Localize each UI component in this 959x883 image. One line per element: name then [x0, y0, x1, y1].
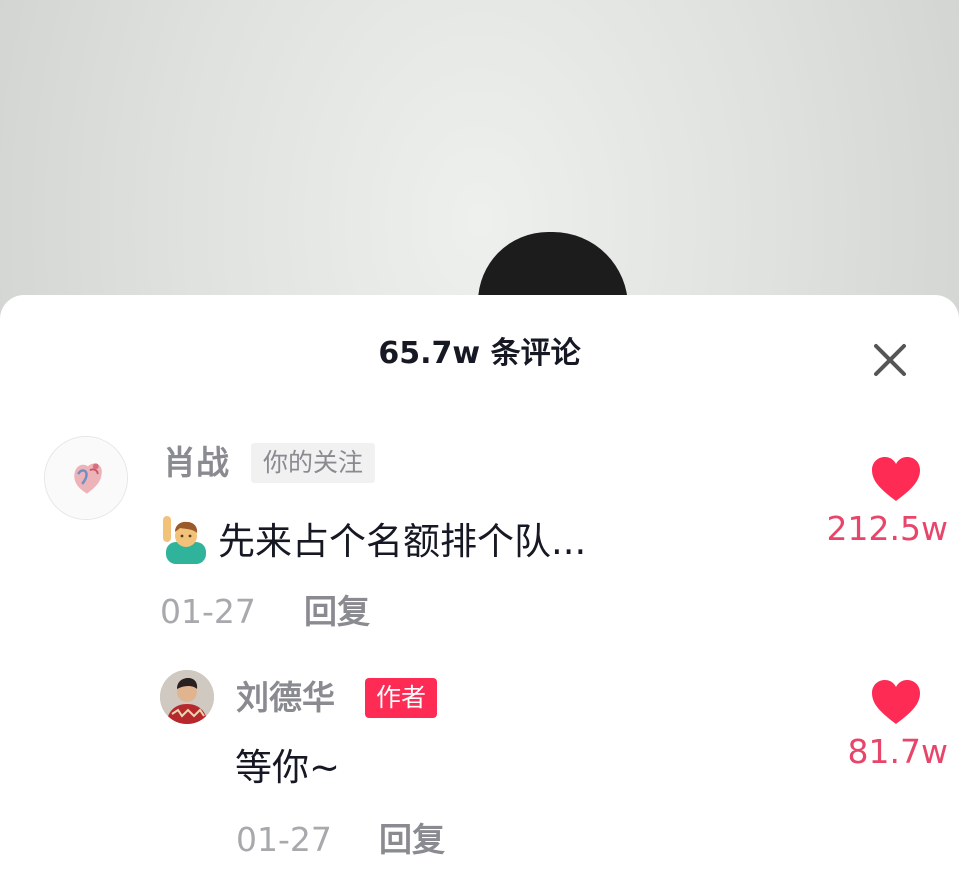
reply-date: 01-27	[236, 820, 332, 859]
author-badge: 作者	[365, 678, 438, 718]
video-player[interactable]	[0, 0, 959, 330]
reply-button[interactable]: 回复	[304, 590, 370, 634]
like-button[interactable]	[870, 455, 922, 503]
following-badge: 你的关注	[251, 443, 376, 483]
avatar-image	[45, 437, 127, 519]
reply-button[interactable]: 回复	[379, 818, 445, 862]
heart-icon	[872, 680, 920, 724]
comment-username[interactable]: 肖战	[163, 441, 229, 485]
person-raising-hand-icon	[160, 512, 212, 564]
heart-icon	[872, 457, 920, 501]
app-screen: 65.7w 条评论 肖战 你的关注 先来占个名额排个队... 01-27 回复 …	[0, 0, 959, 883]
like-button[interactable]	[870, 678, 922, 726]
like-count: 212.5w	[826, 509, 948, 548]
like-count: 81.7w	[847, 732, 948, 771]
comment-date: 01-27	[160, 592, 256, 631]
comments-sheet	[0, 295, 959, 883]
reply-text: 等你~	[235, 746, 341, 789]
avatar[interactable]	[44, 436, 128, 520]
close-icon	[874, 344, 906, 376]
reply-username[interactable]: 刘德华	[236, 676, 335, 720]
avatar-image	[160, 670, 214, 724]
avatar[interactable]	[160, 670, 214, 724]
comments-count-title: 65.7w 条评论	[378, 336, 581, 371]
close-button[interactable]	[866, 336, 914, 384]
comment-text-content: 先来占个名额排个队...	[218, 520, 587, 563]
comment-text: 先来占个名额排个队...	[160, 512, 586, 567]
